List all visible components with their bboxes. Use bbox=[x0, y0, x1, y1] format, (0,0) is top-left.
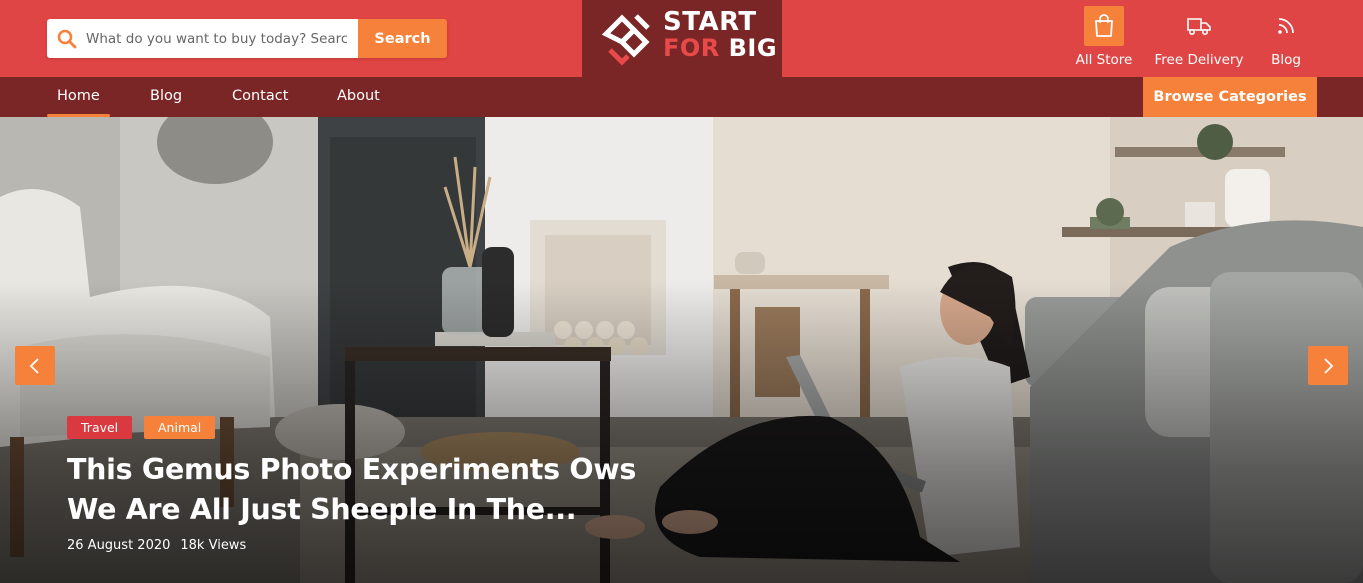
nav-item-blog[interactable]: Blog bbox=[150, 77, 182, 117]
logo-mark-icon bbox=[601, 14, 650, 66]
post-date: 26 August 2020 bbox=[67, 538, 171, 553]
blog-util-label: Blog bbox=[1271, 52, 1301, 68]
logo-line-start: START bbox=[663, 7, 757, 37]
post-views: 18k Views bbox=[180, 538, 247, 553]
logo-wordmark: START FOR BIG bbox=[663, 9, 777, 61]
search-field-wrapper[interactable] bbox=[47, 19, 358, 58]
nav-item-home[interactable]: Home bbox=[47, 77, 110, 117]
all-store-label: All Store bbox=[1075, 52, 1133, 68]
search-icon bbox=[57, 29, 77, 48]
site-logo[interactable]: START FOR BIG bbox=[582, 0, 782, 77]
nav-item-about[interactable]: About bbox=[337, 77, 380, 117]
logo-line-for-big: FOR BIG bbox=[663, 35, 777, 61]
tag-animal[interactable]: Animal bbox=[144, 416, 216, 439]
shopping-bag-icon bbox=[1084, 6, 1124, 46]
free-delivery-label: Free Delivery bbox=[1154, 52, 1244, 68]
chevron-right-icon bbox=[1324, 357, 1334, 374]
nav-item-contact[interactable]: Contact bbox=[232, 77, 288, 117]
truck-icon bbox=[1179, 6, 1219, 46]
logo-word-for: FOR bbox=[663, 34, 720, 62]
tag-travel[interactable]: Travel bbox=[67, 416, 133, 439]
slider-prev-button[interactable] bbox=[15, 346, 55, 385]
blog-link[interactable]: Blog bbox=[1268, 0, 1304, 77]
search-button[interactable]: Search bbox=[358, 19, 447, 58]
rss-icon bbox=[1266, 6, 1306, 46]
chevron-left-icon bbox=[29, 357, 39, 374]
hero-post-title[interactable]: This Gemus Photo Experiments Ows We Are … bbox=[67, 450, 667, 530]
hero-slider: Travel Animal This Gemus Photo Experimen… bbox=[0, 117, 1363, 583]
search-bar: Search bbox=[47, 19, 447, 58]
hero-post-meta: 26 August 2020 18k Views bbox=[67, 538, 246, 553]
logo-word-big: BIG bbox=[728, 34, 778, 62]
top-header: Search START FOR BIG All Store bbox=[0, 0, 1363, 77]
free-delivery-link[interactable]: Free Delivery bbox=[1154, 0, 1244, 77]
slider-next-button[interactable] bbox=[1308, 346, 1348, 385]
browse-categories-button[interactable]: Browse Categories bbox=[1143, 77, 1317, 117]
all-store-link[interactable]: All Store bbox=[1075, 0, 1133, 77]
search-input[interactable] bbox=[77, 30, 347, 47]
